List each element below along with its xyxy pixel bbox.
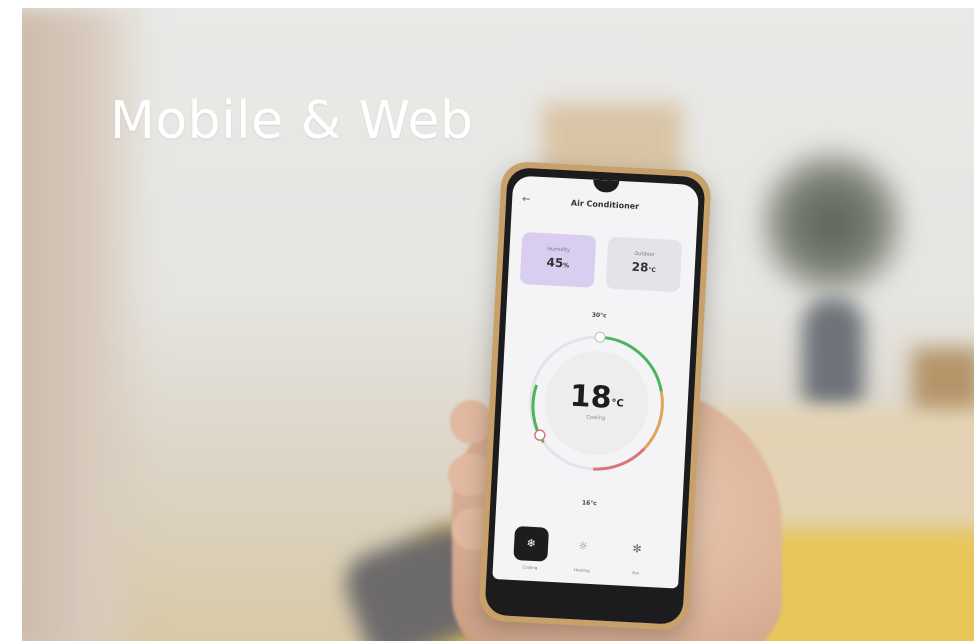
temperature-value: 18 [568, 378, 613, 416]
dial-handle[interactable] [534, 429, 546, 441]
sun-icon: ☼ [577, 539, 589, 553]
headline: Mobile & Web [110, 91, 474, 151]
outdoor-value: 28°C [606, 258, 681, 276]
background-vase [802, 298, 864, 408]
heating-mode-button[interactable]: ☼ [565, 529, 601, 565]
outdoor-number: 28 [631, 259, 649, 275]
humidity-unit: % [562, 262, 570, 270]
fan-mode-button[interactable]: ✻ [619, 532, 655, 568]
mode-bar: ❄ Cooling ☼ Heating ✻ Fan [492, 517, 681, 589]
dial-min-label: 16°c [581, 499, 597, 508]
background-plant [757, 138, 907, 308]
heating-mode-label: Heating [573, 567, 590, 573]
snowflake-icon: ❄ [526, 536, 537, 551]
humidity-label: Humidity [547, 246, 571, 254]
humidity-value: 45% [521, 254, 596, 272]
cooling-mode-label: Cooling [522, 564, 538, 571]
fan-icon: ✻ [632, 542, 642, 556]
finger [450, 400, 492, 444]
smartphone: ← Air Conditioner Humidity 45% Outdoor 2… [478, 160, 712, 632]
humidity-number: 45 [546, 255, 564, 271]
dial-handle-top[interactable] [594, 331, 606, 343]
phone-screen: ← Air Conditioner Humidity 45% Outdoor 2… [492, 175, 700, 589]
app-title: Air Conditioner [570, 198, 640, 212]
humidity-card[interactable]: Humidity 45% [519, 231, 597, 288]
temperature-readout: 18°C Cooling [521, 376, 673, 425]
outdoor-card[interactable]: Outdoor 28°C [605, 236, 683, 293]
outdoor-unit: °C [648, 266, 656, 274]
phone-notch [592, 179, 620, 193]
outdoor-label: Outdoor [634, 250, 655, 258]
fan-mode-label: Fan [632, 570, 640, 576]
cooling-mode-button[interactable]: ❄ [513, 525, 550, 562]
phone-bezel: ← Air Conditioner Humidity 45% Outdoor 2… [484, 167, 706, 625]
dial-max-label: 30°c [591, 311, 607, 320]
temperature-unit: °C [611, 397, 624, 410]
